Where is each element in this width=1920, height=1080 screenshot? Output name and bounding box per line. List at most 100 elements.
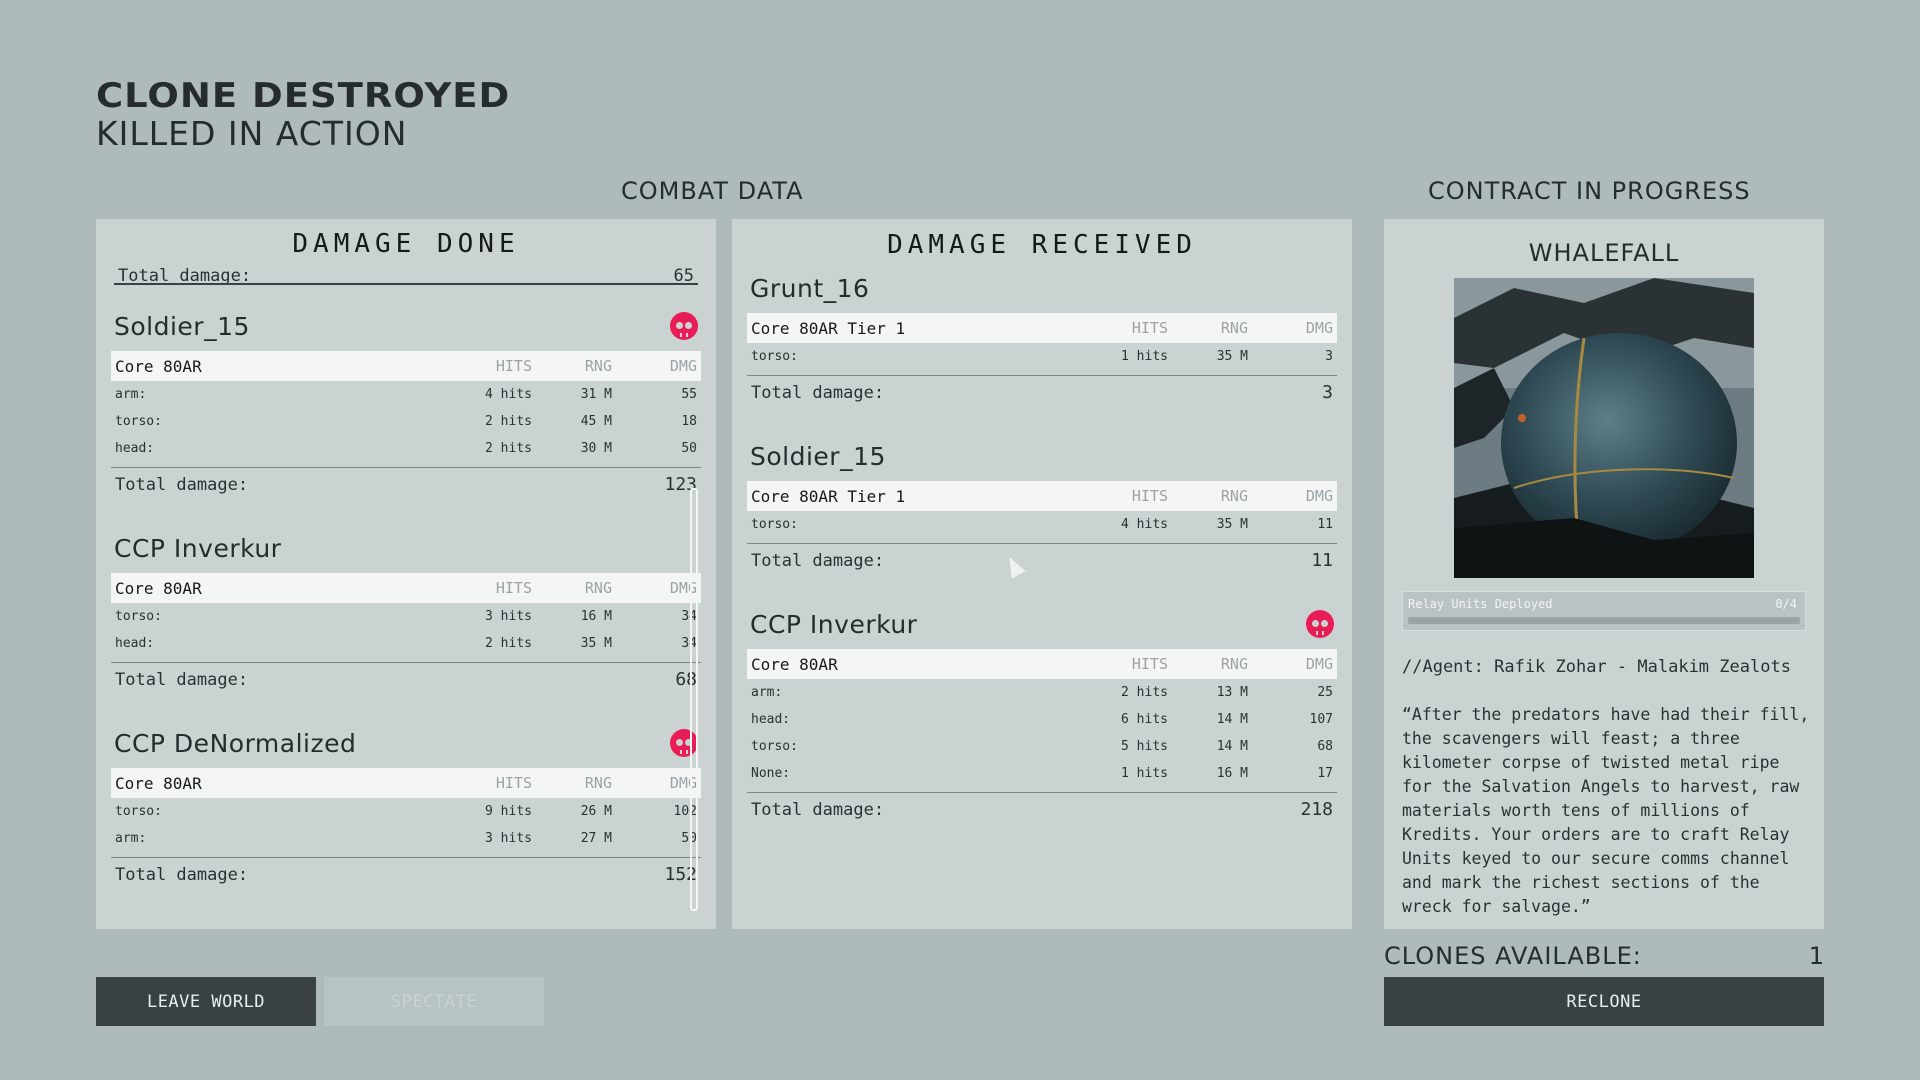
hits-header: HITS: [1131, 655, 1168, 673]
reclone-button[interactable]: RECLONE: [1384, 977, 1824, 1026]
hit-damage: 25: [1317, 685, 1333, 700]
progress-track: [1408, 617, 1800, 624]
opponent-entry: Soldier_15 Core 80AR HITS RNG DMG arm: 4 hits 3…: [96, 301, 716, 501]
hit-range: 13 M: [1216, 685, 1248, 700]
opponent-header: CCP Inverkur: [114, 523, 698, 573]
agent-line: //Agent: Rafik Zohar - Malakim Zealots: [1402, 657, 1791, 677]
total-row: Total damage: 11: [747, 543, 1337, 577]
opponent-header: CCP DeNormalized: [114, 718, 698, 768]
hit-row: torso: 9 hits 26 M 102: [111, 798, 701, 825]
hit-row: torso: 5 hits 14 M 68: [747, 733, 1337, 760]
opponent-entry: CCP Inverkur Core 80AR HITS RNG DMG torso: 3 h…: [96, 523, 716, 696]
hit-range: 35 M: [1216, 517, 1248, 532]
contract-title: CONTRACT IN PROGRESS: [1428, 177, 1751, 205]
hit-range: 30 M: [580, 441, 612, 456]
damage-done-entries: Soldier_15 Core 80AR HITS RNG DMG arm: 4 hits 3…: [96, 301, 716, 891]
total-label: Total damage:: [118, 266, 252, 285]
hits-header: HITS: [495, 357, 532, 375]
total-label: Total damage:: [751, 550, 885, 571]
damage-header: DMG: [1305, 487, 1333, 505]
hits-header: HITS: [495, 774, 532, 792]
hit-damage: 17: [1317, 766, 1333, 781]
body-part: torso:: [115, 804, 162, 819]
hit-row: head: 6 hits 14 M 107: [747, 706, 1337, 733]
hit-count: 1 hits: [1121, 766, 1168, 781]
weapon-row: Core 80AR HITS RNG DMG: [111, 768, 701, 798]
body-part: None:: [751, 766, 791, 781]
opponent-header: Grunt_16: [750, 263, 1334, 313]
hits-header: HITS: [1131, 319, 1168, 337]
opponent-name: Grunt_16: [750, 273, 870, 303]
hit-range: 16 M: [1216, 766, 1248, 781]
wreck-illustration: [1454, 278, 1754, 578]
range-header: RNG: [1220, 655, 1248, 673]
total-row: Total damage: 68: [111, 662, 701, 696]
weapon-name: Core 80AR: [115, 773, 202, 793]
damage-header: DMG: [669, 579, 697, 597]
hit-row: None: 1 hits 16 M 17: [747, 760, 1337, 787]
body-part: torso:: [751, 517, 798, 532]
contract-quote: “After the predators have had their fill…: [1402, 705, 1810, 916]
hit-damage: 107: [1309, 712, 1333, 727]
opponent-name: CCP DeNormalized: [114, 728, 357, 758]
hit-range: 35 M: [1216, 349, 1248, 364]
hit-count: 3 hits: [485, 831, 532, 846]
skull-icon: [670, 312, 698, 340]
hit-row: torso: 2 hits 45 M 18: [111, 408, 701, 435]
hit-range: 14 M: [1216, 739, 1248, 754]
hit-damage: 50: [681, 441, 697, 456]
hit-row: arm: 2 hits 13 M 25: [747, 679, 1337, 706]
progress-count: 0/4: [1775, 597, 1797, 611]
hit-count: 6 hits: [1121, 712, 1168, 727]
hit-count: 5 hits: [1121, 739, 1168, 754]
body-part: arm:: [751, 685, 783, 700]
hit-count: 2 hits: [485, 441, 532, 456]
damage-done-title: DAMAGE DONE: [292, 229, 520, 259]
damage-header: DMG: [669, 357, 697, 375]
hit-row: torso: 1 hits 35 M 3: [747, 343, 1337, 370]
body-part: torso:: [751, 349, 798, 364]
hit-range: 45 M: [580, 414, 612, 429]
hit-row: torso: 4 hits 35 M 11: [747, 511, 1337, 538]
total-row: Total damage: 3: [747, 375, 1337, 409]
total-value: 218: [1300, 799, 1333, 820]
hit-row: arm: 3 hits 27 M 50: [111, 825, 701, 852]
damage-done-list[interactable]: Total damage: 65 Soldier_15 Core 80AR HITS…: [96, 265, 716, 915]
spectate-button[interactable]: SPECTATE: [324, 977, 544, 1026]
weapon-name: Core 80AR Tier 1: [751, 486, 906, 506]
total-label: Total damage:: [115, 669, 249, 690]
body-part: head:: [115, 441, 155, 456]
hit-damage: 34: [681, 636, 697, 651]
opponent-header: Soldier_15: [114, 301, 698, 351]
hit-row: arm: 4 hits 31 M 55: [111, 381, 701, 408]
body-part: arm:: [115, 831, 147, 846]
weapon-row: Core 80AR HITS RNG DMG: [111, 573, 701, 603]
hit-row: head: 2 hits 35 M 34: [111, 630, 701, 657]
range-header: RNG: [584, 357, 612, 375]
leave-world-button[interactable]: LEAVE WORLD: [96, 977, 316, 1026]
page-subtitle: KILLED IN ACTION: [96, 114, 408, 153]
damage-header: DMG: [1305, 655, 1333, 673]
weapon-name: Core 80AR Tier 1: [751, 318, 906, 338]
total-row: Total damage: 123: [111, 467, 701, 501]
hit-range: 14 M: [1216, 712, 1248, 727]
weapon-row: Core 80AR Tier 1 HITS RNG DMG: [747, 481, 1337, 511]
hit-damage: 50: [681, 831, 697, 846]
hit-range: 35 M: [580, 636, 612, 651]
damage-received-title: DAMAGE RECEIVED: [887, 230, 1197, 260]
hit-count: 2 hits: [485, 636, 532, 651]
total-row: Total damage: 218: [747, 792, 1337, 826]
damage-received-list[interactable]: Grunt_16 Core 80AR Tier 1 HITS RNG DMG torso:…: [732, 263, 1352, 915]
hit-count: 2 hits: [485, 414, 532, 429]
clones-available-count: 1: [1808, 942, 1824, 970]
damage-done-scrollbar[interactable]: [690, 488, 698, 911]
weapon-row: Core 80AR HITS RNG DMG: [111, 351, 701, 381]
body-part: arm:: [115, 387, 147, 402]
damage-header: DMG: [1305, 319, 1333, 337]
cut-total-row: Total damage: 65: [114, 265, 698, 285]
combat-data-title: COMBAT DATA: [621, 177, 804, 205]
body-part: head:: [751, 712, 791, 727]
hit-damage: 68: [1317, 739, 1333, 754]
damage-received-panel: DAMAGE RECEIVED Grunt_16 Core 80AR Tier 1…: [732, 219, 1352, 929]
opponent-entry: Grunt_16 Core 80AR Tier 1 HITS RNG DMG torso:…: [732, 263, 1352, 409]
